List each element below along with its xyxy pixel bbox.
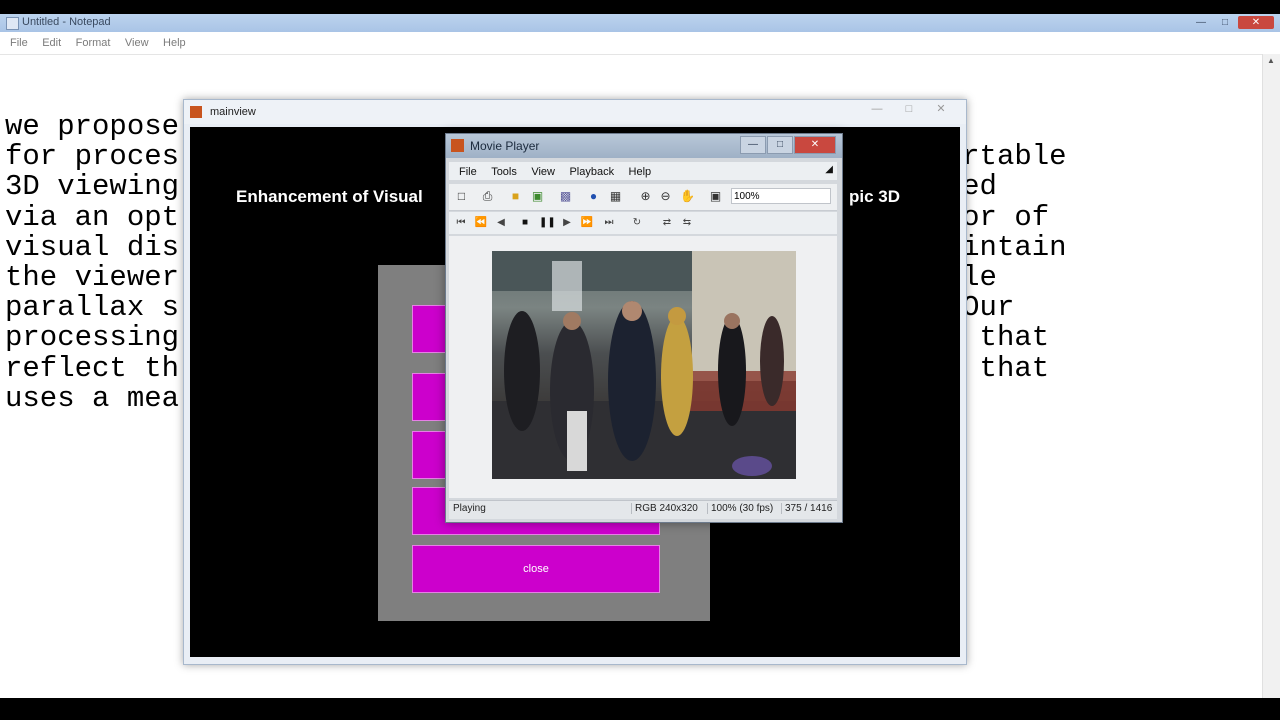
mainview-title-bar[interactable]: mainview — □ ✕ [184, 100, 966, 124]
mainview-title: mainview [210, 106, 256, 118]
zoom-in-icon[interactable]: ⊕ [637, 188, 654, 205]
movie-player-title-bar[interactable]: Movie Player — □ ✕ [446, 134, 842, 158]
heading-right: pic 3D [849, 187, 901, 206]
menu-tools[interactable]: Tools [491, 166, 517, 178]
menu-playback[interactable]: Playback [569, 166, 614, 178]
notepad-menu-bar: File Edit Format View Help [0, 32, 1280, 55]
menu-view[interactable]: View [125, 37, 149, 49]
new-icon[interactable]: □ [453, 188, 470, 205]
movie-player-title: Movie Player [470, 139, 540, 153]
zoom-out-icon[interactable]: ⊖ [657, 188, 674, 205]
go-to-first-icon[interactable]: ⏮ [453, 215, 469, 231]
minimize-icon[interactable]: — [866, 102, 888, 116]
close-button[interactable]: close [412, 545, 660, 593]
fit-to-window-icon[interactable]: ▣ [707, 188, 724, 205]
maximize-icon[interactable]: □ [898, 102, 920, 116]
crowd-scene-image [492, 251, 796, 479]
repeat-icon[interactable]: ↻ [629, 215, 645, 231]
open-folder-icon[interactable]: ■ [507, 188, 524, 205]
maximize-icon[interactable]: □ [767, 136, 793, 154]
frame-rate-icon[interactable]: ⇆ [679, 215, 695, 231]
playback-controls: ⏮ ⏪ ◀ ■ ❚❚ ▶ ⏩ ⏭ ↻ ⇄ ⇆ [449, 212, 837, 234]
status-bar: Playing RGB 240x320 100% (30 fps) 375 / … [449, 500, 837, 519]
text-line: uses a mea [5, 381, 180, 415]
close-icon[interactable]: ✕ [1238, 16, 1274, 29]
movie-player-menu-bar: File Tools View Playback Help ◢ [449, 162, 837, 180]
heading-left: Enhancement of Visual [236, 187, 423, 206]
rewind-icon[interactable]: ⏪ [473, 215, 489, 231]
movie-player-window: Movie Player — □ ✕ File Tools View Playb… [445, 133, 843, 523]
notepad-app-icon [6, 17, 19, 30]
jump-to-icon[interactable]: ⇄ [659, 215, 675, 231]
movie-player-toolbar: □ ⎙ ■ ▣ ▩ ● ▦ ⊕ ⊖ ✋ ▣ 100% [449, 184, 837, 211]
matlab-icon [451, 139, 464, 152]
menu-file[interactable]: File [459, 166, 477, 178]
menu-help[interactable]: Help [629, 166, 652, 178]
frame-rate-readout: 100% (30 fps) [707, 503, 773, 514]
scroll-up-icon[interactable]: ▲ [1267, 56, 1275, 65]
zoom-level-input[interactable]: 100% [731, 188, 831, 204]
export-icon[interactable]: ▩ [557, 188, 574, 205]
step-back-icon[interactable]: ◀ [493, 215, 509, 231]
menu-help[interactable]: Help [163, 37, 186, 49]
resolution-readout: RGB 240x320 [631, 503, 698, 514]
playback-state: Playing [453, 503, 486, 514]
close-icon[interactable]: ✕ [930, 102, 952, 116]
dock-arrow-icon[interactable]: ◢ [825, 164, 833, 175]
close-icon[interactable]: ✕ [794, 136, 836, 154]
notepad-title: Untitled - Notepad [22, 16, 111, 28]
step-forward-icon[interactable]: ▶ [559, 215, 575, 231]
frame-counter: 375 / 1416 [781, 503, 832, 514]
matlab-icon [190, 106, 202, 118]
pan-hand-icon[interactable]: ✋ [679, 188, 696, 205]
import-icon[interactable]: ▣ [529, 188, 546, 205]
pause-icon[interactable]: ❚❚ [539, 215, 556, 231]
bottom-letterbox [0, 698, 1280, 720]
maximize-icon[interactable]: □ [1214, 16, 1236, 29]
minimize-icon[interactable]: — [1190, 16, 1212, 29]
stop-icon[interactable]: ■ [517, 215, 533, 231]
print-icon[interactable]: ⎙ [479, 188, 496, 205]
go-to-last-icon[interactable]: ⏭ [601, 215, 617, 231]
menu-view[interactable]: View [531, 166, 555, 178]
video-viewport [449, 236, 837, 498]
notepad-title-bar: Untitled - Notepad — □ ✕ [0, 14, 1280, 32]
info-icon[interactable]: ● [585, 188, 602, 205]
minimize-icon[interactable]: — [740, 136, 766, 154]
menu-format[interactable]: Format [76, 37, 111, 49]
pixel-region-icon[interactable]: ▦ [607, 188, 624, 205]
fast-forward-icon[interactable]: ⏩ [579, 215, 595, 231]
menu-file[interactable]: File [10, 37, 28, 49]
notepad-scrollbar[interactable]: ▲ [1262, 54, 1280, 704]
menu-edit[interactable]: Edit [42, 37, 61, 49]
video-frame [492, 251, 796, 479]
